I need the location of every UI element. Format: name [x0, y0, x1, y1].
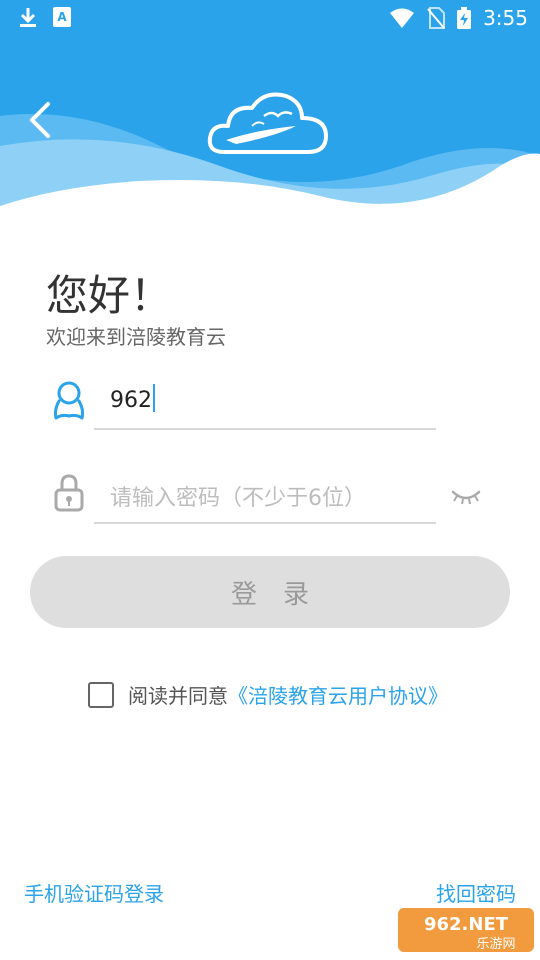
- eye-closed-icon[interactable]: [451, 486, 481, 506]
- agreement-link[interactable]: 《涪陵教育云用户协议》: [228, 680, 448, 709]
- text-caret: [153, 384, 155, 412]
- chevron-left-icon[interactable]: [24, 100, 60, 140]
- wifi-icon: [390, 8, 415, 28]
- page-subtitle: 欢迎来到涪陵教育云: [46, 325, 226, 349]
- password-field[interactable]: 请输入密码（不少于6位）: [46, 472, 496, 532]
- lock-icon: [54, 474, 84, 512]
- username-value: 962: [110, 388, 152, 413]
- cloud-logo-icon: [207, 92, 328, 154]
- svg-text:A: A: [57, 10, 67, 24]
- username-field[interactable]: 962: [46, 378, 496, 438]
- password-underline: [94, 522, 436, 524]
- watermark-text-bottom: 乐游网: [476, 937, 515, 952]
- username-input[interactable]: 962: [110, 384, 155, 413]
- a11y-icon: A: [53, 7, 71, 27]
- status-bar: A 3:55: [0, 0, 540, 36]
- agreement-text: 阅读并同意: [128, 684, 228, 708]
- password-input[interactable]: 请输入密码（不少于6位）: [110, 480, 366, 512]
- no-sim-icon: [427, 7, 446, 29]
- agreement-checkbox[interactable]: [88, 681, 114, 708]
- agreement-row: 阅读并同意 《涪陵教育云用户协议》: [88, 680, 448, 709]
- login-button[interactable]: 登 录: [30, 556, 510, 628]
- find-password-link[interactable]: 找回密码: [436, 878, 516, 907]
- status-time: 3:55: [483, 6, 528, 30]
- watermark-text-top: 962.NET: [424, 914, 509, 935]
- header-banner: [0, 36, 540, 226]
- username-underline: [94, 428, 436, 430]
- page-title: 您好！: [46, 271, 173, 320]
- sms-login-link[interactable]: 手机验证码登录: [24, 878, 164, 907]
- user-icon: [53, 381, 85, 420]
- watermark-logo: 962.NET 乐游网: [398, 908, 534, 952]
- download-icon: [20, 8, 36, 27]
- battery-charging-icon: [457, 7, 472, 29]
